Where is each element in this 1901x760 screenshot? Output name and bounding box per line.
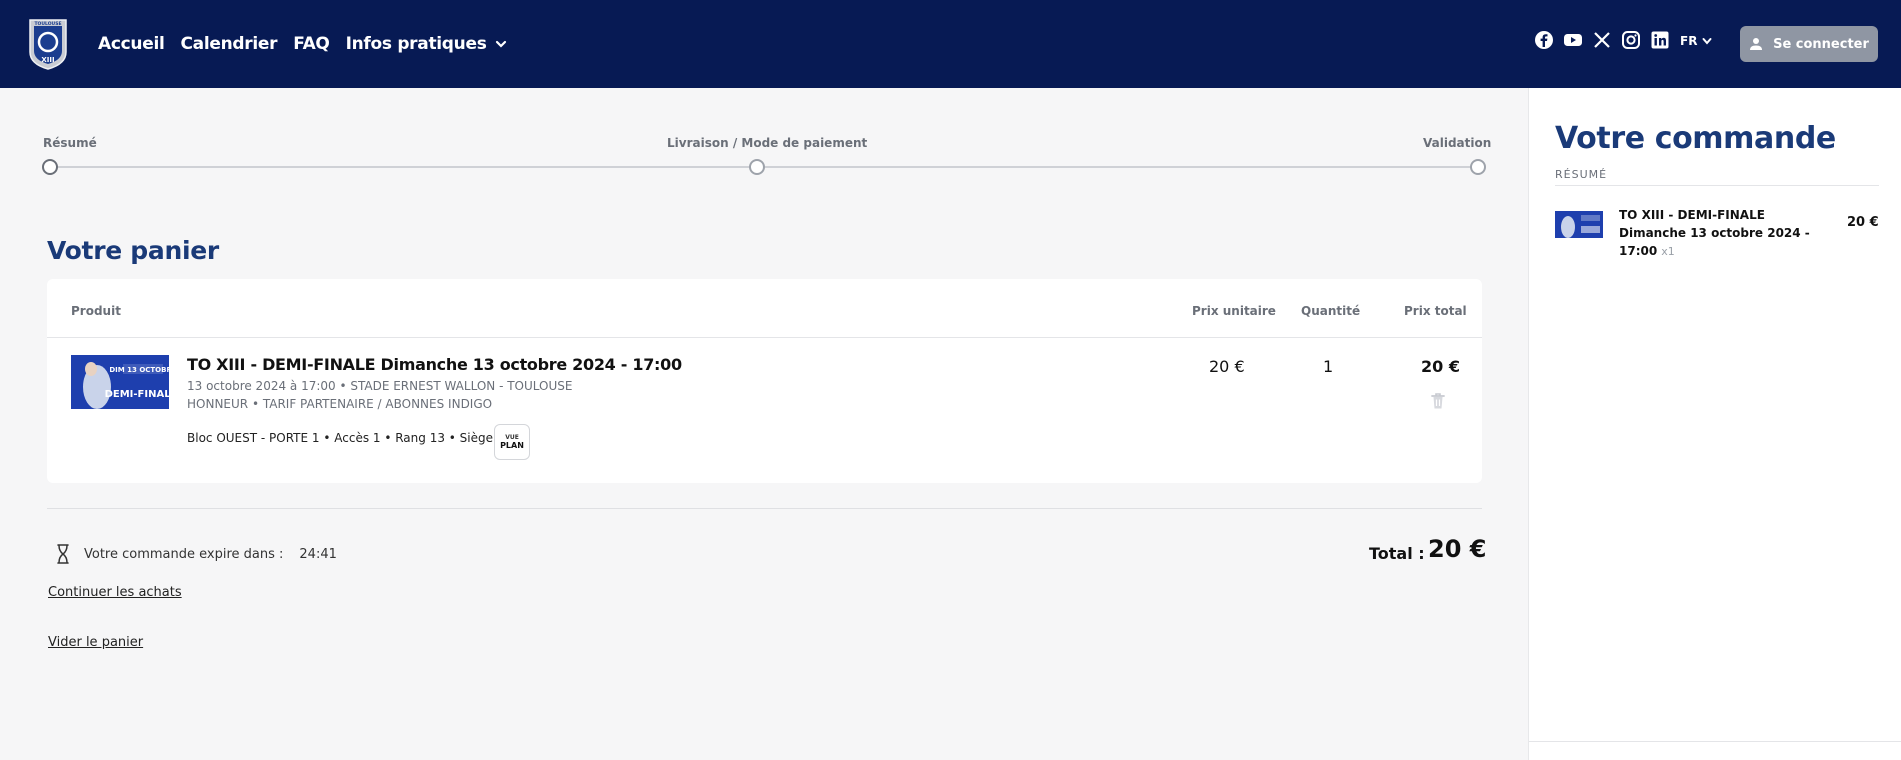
main-nav: Accueil Calendrier FAQ Infos pratiques <box>98 0 507 88</box>
club-logo[interactable]: XIII TOULOUSE <box>26 18 70 70</box>
unit-price: 20 € <box>1209 357 1245 376</box>
product-seat: Bloc OUEST - PORTE 1 • Accès 1 • Rang 13… <box>187 431 520 445</box>
summary-divider <box>1555 185 1879 186</box>
expiry-label: Votre commande expire dans : <box>84 546 284 562</box>
order-expiry: Votre commande expire dans : 24:41 <box>56 544 337 564</box>
product-name: TO XIII - DEMI-FINALE Dimanche 13 octobr… <box>187 355 682 374</box>
svg-text:TOULOUSE: TOULOUSE <box>34 21 61 27</box>
step-dot-livraison[interactable] <box>749 159 765 175</box>
nav-label: Infos pratiques <box>345 34 487 54</box>
column-header-product: Produit <box>71 304 121 318</box>
step-dot-resume[interactable] <box>42 159 58 175</box>
cart-divider <box>47 508 1482 509</box>
user-icon <box>1750 38 1763 50</box>
summary-item: TO XIII - DEMI-FINALE Dimanche 13 octobr… <box>1619 206 1833 261</box>
chevron-down-icon <box>495 40 506 48</box>
line-total: 20 € <box>1421 357 1460 376</box>
total-label: Total : <box>1369 544 1425 563</box>
cart-table: Produit Prix unitaire Quantité Prix tota… <box>47 279 1482 483</box>
nav-label: Calendrier <box>180 34 278 54</box>
nav-label: Accueil <box>98 34 165 54</box>
social-links <box>1534 30 1670 50</box>
column-header-quantity: Quantité <box>1301 304 1361 318</box>
step-label-livraison: Livraison / Mode de paiement <box>667 136 868 150</box>
language-label: FR <box>1680 34 1698 48</box>
trash-icon[interactable] <box>1430 392 1446 410</box>
continue-shopping-link[interactable]: Continuer les achats <box>48 585 182 600</box>
table-header-divider <box>47 337 1482 338</box>
summary-item-thumbnail <box>1555 211 1603 238</box>
quantity-value: 1 <box>1323 357 1334 376</box>
empty-cart-link[interactable]: Vider le panier <box>48 635 143 650</box>
step-dot-validation[interactable] <box>1470 159 1486 175</box>
order-summary-sidebar: Votre commande RÉSUMÉ TO XIII - DEMI-FIN… <box>1528 88 1901 760</box>
order-summary-title: Votre commande <box>1555 121 1836 156</box>
total-value: 20 € <box>1428 535 1487 563</box>
svg-text:XIII: XIII <box>41 56 54 64</box>
summary-bottom-divider <box>1529 741 1901 742</box>
language-selector[interactable]: FR <box>1680 34 1712 48</box>
product-thumbnail: DIM 13 OCTOBRE DEMI-FINALE <box>71 355 169 409</box>
step-label-validation: Validation <box>1423 136 1492 150</box>
summary-item-price: 20 € <box>1847 215 1879 230</box>
svg-text:DEMI-FINALE: DEMI-FINALE <box>105 389 169 400</box>
hourglass-icon <box>57 544 69 564</box>
site-header: XIII TOULOUSE Accueil Calendrier FAQ Inf… <box>0 0 1901 88</box>
login-label: Se connecter <box>1773 36 1869 52</box>
order-summary-subtitle: RÉSUMÉ <box>1555 168 1608 181</box>
nav-label: FAQ <box>293 34 330 54</box>
product-date-venue: 13 octobre 2024 à 17:00 • STADE ERNEST W… <box>187 379 573 393</box>
plan-label-top: VUE <box>505 434 519 441</box>
nav-accueil[interactable]: Accueil <box>98 34 165 54</box>
view-plan-button[interactable]: VUE PLAN <box>494 424 530 460</box>
product-category: HONNEUR • TARIF PARTENAIRE / ABONNES IND… <box>187 397 493 411</box>
expiry-time: 24:41 <box>299 546 337 562</box>
nav-infos-pratiques[interactable]: Infos pratiques <box>346 34 507 54</box>
summary-item-name: TO XIII - DEMI-FINALE Dimanche 13 octobr… <box>1619 208 1810 258</box>
x-icon[interactable] <box>1592 30 1612 50</box>
column-header-total-price: Prix total <box>1404 304 1467 318</box>
svg-text:DIM 13 OCTOBRE: DIM 13 OCTOBRE <box>109 366 169 374</box>
cart-title: Votre panier <box>47 236 219 265</box>
checkout-stepper: Résumé Livraison / Mode de paiement Vali… <box>42 136 1491 176</box>
column-header-unit-price: Prix unitaire <box>1192 304 1276 318</box>
chevron-down-icon <box>1702 38 1712 45</box>
facebook-icon[interactable] <box>1534 30 1554 50</box>
instagram-icon[interactable] <box>1621 30 1641 50</box>
summary-item-qty: x1 <box>1661 245 1675 258</box>
nav-faq[interactable]: FAQ <box>293 34 330 54</box>
nav-calendrier[interactable]: Calendrier <box>181 34 278 54</box>
cart-main: Résumé Livraison / Mode de paiement Vali… <box>0 88 1528 760</box>
linkedin-icon[interactable] <box>1650 30 1670 50</box>
youtube-icon[interactable] <box>1563 30 1583 50</box>
login-button[interactable]: Se connecter <box>1740 26 1878 62</box>
step-label-resume: Résumé <box>43 136 97 150</box>
plan-label-bottom: PLAN <box>500 441 524 450</box>
